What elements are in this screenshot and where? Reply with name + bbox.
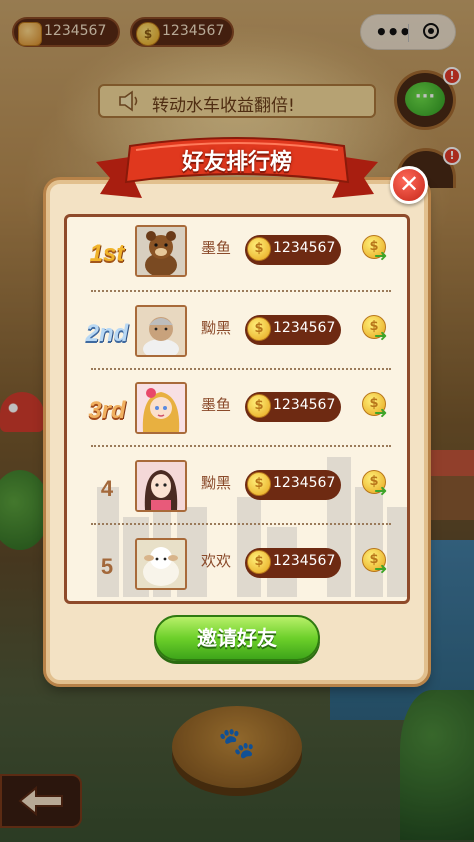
score-pill: $ 1234567	[245, 235, 341, 265]
friend-leaderboard-dialog: 1st 墨鱼 $ 1234567 $ ➜ 2nd 黝黑 $ 1234567 $ …	[46, 180, 428, 684]
score-pill: $ 1234567	[245, 470, 341, 500]
collect-arrow-icon: ➜	[374, 326, 388, 345]
close-icon: ✕	[398, 170, 420, 198]
avatar	[135, 225, 187, 277]
coin-icon: $	[247, 317, 271, 341]
friend-name: 黝黑	[201, 319, 232, 337]
collect-arrow-icon: ➜	[374, 481, 388, 500]
score-pill: $ 1234567	[245, 315, 341, 345]
leaderboard-row: 5 欢欢 $ 1234567 $ ➜	[67, 530, 407, 600]
collect-coins-button[interactable]: $ ➜	[362, 315, 392, 345]
leaderboard-list: 1st 墨鱼 $ 1234567 $ ➜ 2nd 黝黑 $ 1234567 $ …	[64, 214, 410, 604]
leaderboard-row: 4 黝黑 $ 1234567 $ ➜	[67, 452, 407, 522]
friend-name: 欢欢	[201, 552, 232, 570]
score-pill: $ 1234567	[245, 392, 341, 422]
collect-coins-button[interactable]: $ ➜	[362, 392, 392, 422]
collect-coins-button[interactable]: $ ➜	[362, 235, 392, 265]
score-value: 1234567	[273, 240, 336, 256]
coin-icon: $	[247, 237, 271, 261]
avatar	[135, 538, 187, 590]
invite-friends-button[interactable]: 邀请好友	[154, 615, 320, 661]
avatar	[135, 460, 187, 512]
collect-coins-button[interactable]: $ ➜	[362, 548, 392, 578]
row-divider	[91, 523, 391, 525]
row-divider	[91, 290, 391, 292]
invite-button-label: 邀请好友	[197, 626, 277, 650]
leaderboard-row: 1st 墨鱼 $ 1234567 $ ➜	[67, 217, 407, 287]
leaderboard-row: 2nd 黝黑 $ 1234567 $ ➜	[67, 297, 407, 367]
rank-label: 2nd	[85, 320, 129, 347]
score-pill: $ 1234567	[245, 548, 341, 578]
coin-icon: $	[247, 472, 271, 496]
collect-coins-button[interactable]: $ ➜	[362, 470, 392, 500]
coin-icon: $	[247, 394, 271, 418]
collect-arrow-icon: ➜	[374, 403, 388, 422]
rank-label: 1st	[89, 240, 125, 267]
title-ribbon: 好友排行榜	[96, 136, 378, 206]
row-divider	[91, 368, 391, 370]
collect-arrow-icon: ➜	[374, 559, 388, 578]
row-divider	[91, 445, 391, 447]
friend-name: 墨鱼	[201, 239, 232, 257]
dialog-title: 好友排行榜	[181, 150, 292, 175]
avatar	[135, 305, 187, 357]
rank-label: 5	[100, 554, 114, 579]
avatar	[135, 382, 187, 434]
score-value: 1234567	[273, 320, 336, 336]
coin-icon: $	[247, 550, 271, 574]
collect-arrow-icon: ➜	[374, 246, 388, 265]
rank-label: 4	[100, 476, 114, 501]
rank-label: 3rd	[88, 397, 126, 424]
friend-name: 墨鱼	[201, 396, 232, 414]
score-value: 1234567	[273, 475, 336, 491]
friend-name: 黝黑	[201, 474, 232, 492]
score-value: 1234567	[273, 397, 336, 413]
close-button[interactable]: ✕	[390, 166, 428, 204]
score-value: 1234567	[273, 553, 336, 569]
leaderboard-row: 3rd 墨鱼 $ 1234567 $ ➜	[67, 374, 407, 444]
